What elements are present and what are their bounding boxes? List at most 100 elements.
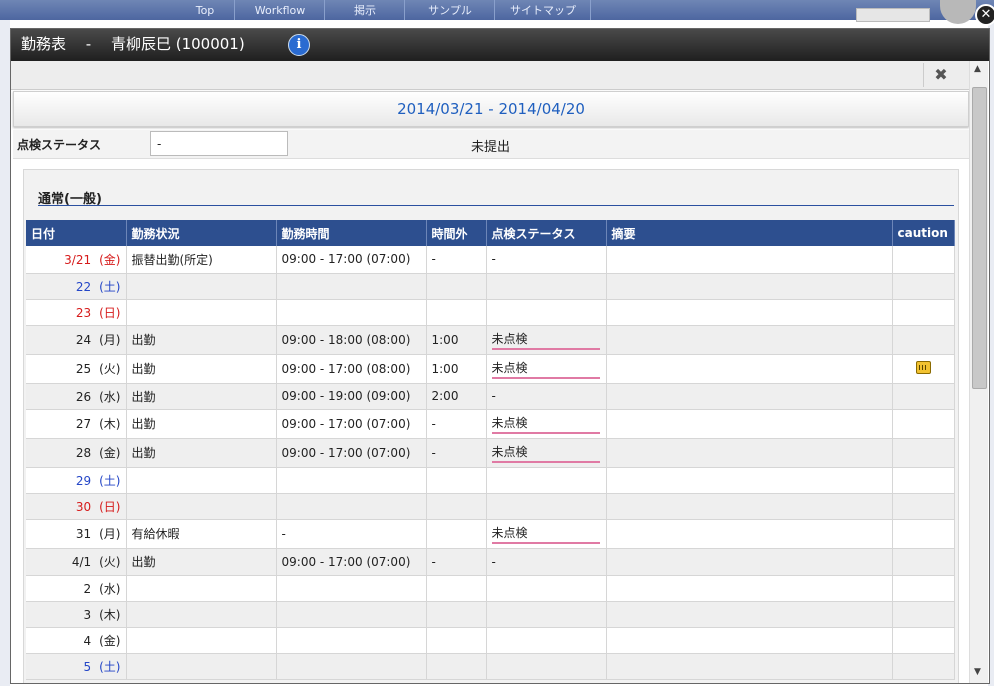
- cell-work-time: 09:00 - 17:00 (07:00): [276, 246, 427, 274]
- section-divider: [38, 205, 954, 206]
- table-row[interactable]: 23 (日): [26, 299, 955, 326]
- date-weekday: (月): [99, 527, 121, 541]
- table-row[interactable]: 4/1 (火) 出勤 09:00 - 17:00 (07:00) - -: [26, 548, 955, 576]
- table-row[interactable]: 22 (土): [26, 273, 955, 300]
- cell-check-status: [486, 493, 607, 520]
- date-weekday: (金): [99, 446, 121, 460]
- table-row[interactable]: 31 (月) 有給休暇 - 未点検: [26, 519, 955, 549]
- cell-caution: [892, 354, 955, 384]
- date-day: 23: [75, 305, 92, 320]
- date-weekday: (日): [99, 305, 121, 320]
- col-header-date[interactable]: 日付: [26, 220, 127, 246]
- cell-check-status: 未点検: [486, 325, 607, 355]
- table-row[interactable]: 30 (日): [26, 493, 955, 520]
- cell-overtime: [426, 627, 487, 654]
- cell-work-time: [276, 299, 427, 326]
- cell-work-time: [276, 627, 427, 654]
- check-status-field[interactable]: -: [150, 131, 288, 156]
- cell-work-status: 有給休暇: [126, 519, 277, 549]
- table-row[interactable]: 3 (木): [26, 601, 955, 628]
- cell-date: 5 (土): [26, 653, 127, 680]
- cell-caution: [892, 601, 955, 628]
- cell-caution: [892, 325, 955, 355]
- date-weekday: (土): [99, 659, 121, 674]
- cell-work-status: 出勤: [126, 383, 277, 410]
- table-row[interactable]: 29 (土): [26, 467, 955, 494]
- dialog-title: 勤務表 - 青柳辰巳 (100001): [21, 35, 245, 53]
- date-day: 24: [75, 333, 92, 347]
- info-icon[interactable]: i: [288, 34, 310, 56]
- timesheet-table: 日付 勤務状況 勤務時間 時間外 点検ステータス 摘要 caution 3/21…: [26, 220, 955, 680]
- cell-date: 22 (土): [26, 273, 127, 300]
- cell-work-status: [126, 653, 277, 680]
- cell-overtime: 1:00: [426, 325, 487, 355]
- check-status-label: 点検ステータス: [17, 138, 102, 152]
- date-day: 27: [75, 417, 92, 431]
- scroll-down-arrow-icon[interactable]: ▼: [974, 667, 981, 677]
- cell-caution: [892, 438, 955, 468]
- cell-work-status: 出勤: [126, 438, 277, 468]
- col-header-work-status[interactable]: 勤務状況: [126, 220, 277, 246]
- table-row[interactable]: 25 (火) 出勤 09:00 - 17:00 (08:00) 1:00 未点検: [26, 354, 955, 384]
- cell-date: 27 (木): [26, 409, 127, 439]
- cell-summary: [606, 383, 893, 410]
- date-weekday: (木): [99, 607, 121, 622]
- cell-summary: [606, 299, 893, 326]
- col-header-summary[interactable]: 摘要: [606, 220, 893, 246]
- cell-check-status: 未点検: [486, 519, 607, 549]
- col-header-caution[interactable]: caution: [892, 220, 955, 246]
- date-weekday: (火): [99, 555, 121, 569]
- table-row[interactable]: 24 (月) 出勤 09:00 - 18:00 (08:00) 1:00 未点検: [26, 325, 955, 355]
- cell-check-status: [486, 627, 607, 654]
- cell-caution: [892, 246, 955, 274]
- cell-work-time: [276, 575, 427, 602]
- cell-overtime: -: [426, 246, 487, 274]
- cell-date: 2 (水): [26, 575, 127, 602]
- cell-check-status: 未点検: [486, 438, 607, 468]
- cell-work-time: 09:00 - 18:00 (08:00): [276, 325, 427, 355]
- cell-work-time: 09:00 - 17:00 (07:00): [276, 548, 427, 576]
- cell-work-status: [126, 575, 277, 602]
- cell-work-time: 09:00 - 19:00 (09:00): [276, 383, 427, 410]
- table-row[interactable]: 28 (金) 出勤 09:00 - 17:00 (07:00) - 未点検: [26, 438, 955, 468]
- table-row[interactable]: 4 (金): [26, 627, 955, 654]
- cell-date: 31 (月): [26, 519, 127, 549]
- cell-check-status: -: [486, 246, 607, 274]
- col-header-overtime[interactable]: 時間外: [426, 220, 487, 246]
- bg-tab-top: Top: [176, 0, 235, 20]
- col-header-work-time[interactable]: 勤務時間: [276, 220, 427, 246]
- bg-tab-sitemap: サイトマップ: [496, 0, 591, 20]
- period-range: 2014/03/21 - 2014/04/20: [13, 91, 969, 127]
- scroll-up-arrow-icon[interactable]: ▲: [974, 64, 981, 74]
- unchecked-status-link[interactable]: 未点検: [491, 359, 600, 379]
- cell-check-status: [486, 299, 607, 326]
- unchecked-status-link[interactable]: 未点検: [491, 414, 600, 434]
- unchecked-status-link[interactable]: 未点検: [491, 443, 600, 463]
- col-header-check-status[interactable]: 点検ステータス: [486, 220, 607, 246]
- unchecked-status-link[interactable]: 未点検: [491, 330, 600, 350]
- cell-caution: [892, 467, 955, 494]
- cell-work-status: [126, 273, 277, 300]
- cell-summary: [606, 273, 893, 300]
- date-day: 4: [83, 633, 92, 648]
- date-day: 26: [75, 389, 92, 404]
- cell-caution: [892, 493, 955, 520]
- table-row[interactable]: 27 (木) 出勤 09:00 - 17:00 (07:00) - 未点検: [26, 409, 955, 439]
- scroll-thumb[interactable]: [972, 87, 987, 389]
- cell-date: 3/21 (金): [26, 246, 127, 274]
- cell-work-status: [126, 299, 277, 326]
- table-row[interactable]: 2 (水): [26, 575, 955, 602]
- table-row[interactable]: 5 (土): [26, 653, 955, 680]
- cell-summary: [606, 575, 893, 602]
- cell-overtime: -: [426, 438, 487, 468]
- bg-tab-workflow: Workflow: [236, 0, 325, 20]
- scrollbar[interactable]: ▲ ▼: [969, 61, 988, 683]
- caution-icon[interactable]: [915, 360, 931, 374]
- close-icon[interactable]: ✕: [975, 4, 994, 26]
- cell-date: 23 (日): [26, 299, 127, 326]
- table-row[interactable]: 3/21 (金) 振替出勤(所定) 09:00 - 17:00 (07:00) - -: [26, 246, 955, 274]
- cell-work-time: [276, 601, 427, 628]
- unchecked-status-link[interactable]: 未点検: [491, 524, 600, 544]
- close-button[interactable]: ✖: [923, 63, 958, 87]
- table-row[interactable]: 26 (水) 出勤 09:00 - 19:00 (09:00) 2:00-: [26, 383, 955, 410]
